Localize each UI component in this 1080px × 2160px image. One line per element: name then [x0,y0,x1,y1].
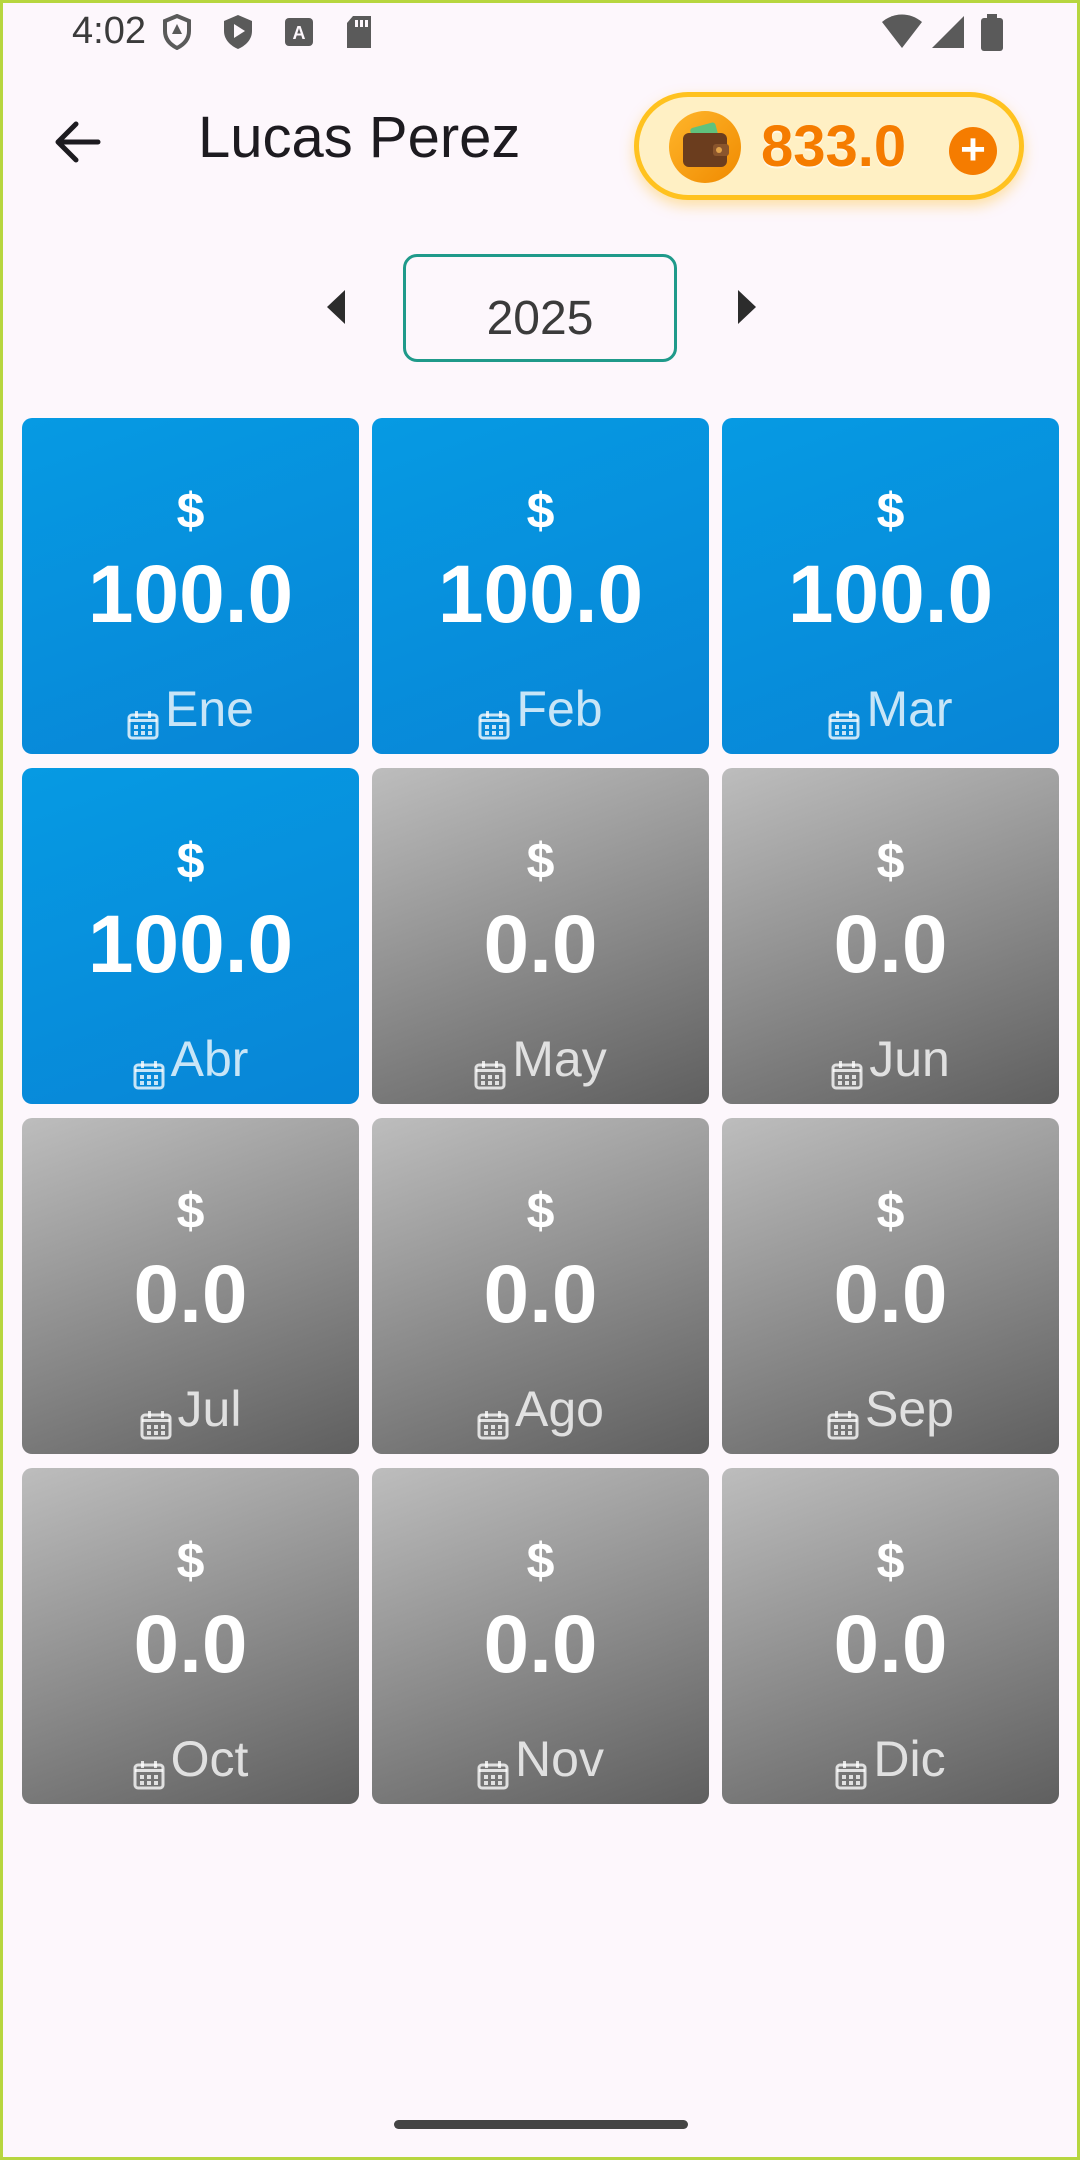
month-card-mar[interactable]: $100.0 Mar [722,418,1059,754]
currency-symbol: $ [526,483,555,539]
coin-balance-button[interactable]: 833.0 + [634,92,1024,200]
currency-symbol: $ [876,1183,905,1239]
calendar-icon [828,694,860,740]
month-card-sep[interactable]: $0.0 Sep [722,1118,1059,1454]
month-label-row: Oct [22,1730,359,1790]
calendar-icon [133,1044,165,1090]
month-label: Sep [865,1381,954,1437]
month-label: Feb [516,681,603,737]
wifi-icon [882,14,922,48]
month-amount: 100.0 [87,549,294,640]
calendar-icon [835,1744,867,1790]
battery-icon [981,14,1003,51]
month-card-jul[interactable]: $0.0 Jul [22,1118,359,1454]
month-label: Abr [170,1031,249,1087]
month-label-row: May [372,1030,709,1090]
calendar-icon [140,1394,172,1440]
month-label-row: Jun [722,1030,1059,1090]
arrow-left-icon[interactable] [327,290,345,324]
calendar-icon [133,1744,165,1790]
month-amount: 0.0 [133,1599,248,1690]
home-indicator[interactable] [394,2120,688,2129]
shield-icon [163,14,191,50]
month-card-jun[interactable]: $0.0 Jun [722,768,1059,1104]
status-time: 4:02 [72,10,146,52]
month-label: Ago [515,1381,604,1437]
currency-symbol: $ [876,833,905,889]
svg-text:A: A [293,23,306,43]
currency-symbol: $ [526,1533,555,1589]
month-card-oct[interactable]: $0.0 Oct [22,1468,359,1804]
calendar-icon [831,1044,863,1090]
year-field[interactable]: 2025 [403,254,677,362]
status-bar: 4:02 A [0,0,1080,66]
month-label-row: Abr [22,1030,359,1090]
month-label: Jun [869,1031,950,1087]
month-label-row: Nov [372,1730,709,1790]
month-card-may[interactable]: $0.0 May [372,768,709,1104]
month-grid: $100.0 Ene $100.0 Feb $100.0 Mar $100.0 Abr $0.0… [22,418,1060,1806]
calendar-icon [827,1394,859,1440]
calendar-icon [474,1044,506,1090]
month-label-row: Sep [722,1380,1059,1440]
play-protect-icon [224,15,252,49]
month-label-row: Dic [722,1730,1059,1790]
calendar-icon [477,1744,509,1790]
currency-symbol: $ [876,1533,905,1589]
month-label: Mar [866,681,953,737]
month-card-abr[interactable]: $100.0 Abr [22,768,359,1104]
balance-amount: 833.0 [761,114,907,179]
signal-icon [932,16,964,48]
month-label-row: Mar [722,680,1059,740]
calendar-icon [478,694,510,740]
arrow-back-icon[interactable] [48,112,108,172]
wallet-icon [669,111,741,183]
month-label-row: Ene [22,680,359,740]
currency-symbol: $ [176,833,205,889]
month-card-ago[interactable]: $0.0 Ago [372,1118,709,1454]
month-label: Jul [177,1381,242,1437]
month-label: Oct [170,1731,249,1787]
plus-icon[interactable]: + [949,127,997,175]
currency-symbol: $ [876,483,905,539]
month-label-row: Ago [372,1380,709,1440]
calendar-icon [477,1394,509,1440]
month-amount: 100.0 [437,549,644,640]
month-label-row: Feb [372,680,709,740]
month-amount: 0.0 [833,899,948,990]
month-amount: 0.0 [133,1249,248,1340]
month-card-dic[interactable]: $0.0 Dic [722,1468,1059,1804]
a-icon: A [285,18,313,46]
page-title: Lucas Perez [198,105,521,170]
currency-symbol: $ [526,833,555,889]
month-label: May [512,1031,607,1087]
month-amount: 100.0 [787,549,994,640]
currency-symbol: $ [176,1533,205,1589]
calendar-icon [127,694,159,740]
month-card-ene[interactable]: $100.0 Ene [22,418,359,754]
month-amount: 0.0 [833,1599,948,1690]
sd-card-icon [347,16,371,48]
month-amount: 0.0 [483,1599,598,1690]
month-amount: 0.0 [483,899,598,990]
currency-symbol: $ [176,483,205,539]
month-amount: 0.0 [483,1249,598,1340]
arrow-right-icon[interactable] [738,290,756,324]
currency-symbol: $ [526,1183,555,1239]
month-card-nov[interactable]: $0.0 Nov [372,1468,709,1804]
month-label: Ene [165,681,254,737]
month-card-feb[interactable]: $100.0 Feb [372,418,709,754]
month-label: Dic [873,1731,946,1787]
currency-symbol: $ [176,1183,205,1239]
month-label-row: Jul [22,1380,359,1440]
month-amount: 100.0 [87,899,294,990]
month-label: Nov [515,1731,604,1787]
month-amount: 0.0 [833,1249,948,1340]
